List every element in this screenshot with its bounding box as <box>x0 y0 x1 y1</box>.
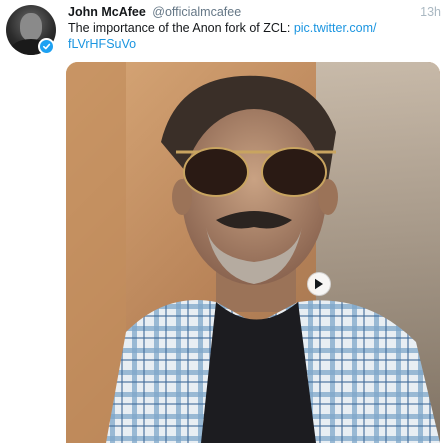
avatar-face <box>20 13 42 41</box>
face-shape <box>182 109 326 285</box>
tweet-link-part2[interactable]: fLVrHFSuVo <box>68 37 136 51</box>
verified-badge-icon <box>38 38 55 55</box>
play-icon <box>315 278 323 290</box>
tweet-text-body: The importance of the Anon fork of ZCL: <box>68 21 294 35</box>
sunglasses-lens-left <box>183 147 249 197</box>
author-handle[interactable]: @officialmcafee <box>152 5 241 19</box>
video-thumbnail <box>66 62 440 443</box>
author-display-name[interactable]: John McAfee <box>68 5 146 19</box>
tweet-header: John McAfee @officialmcafee <box>68 4 437 20</box>
tweet-card[interactable]: John McAfee @officialmcafee 13h The impo… <box>0 0 447 443</box>
tweet-text: The importance of the Anon fork of ZCL: … <box>68 20 418 52</box>
sunglasses-lens-right <box>261 147 327 197</box>
tweet-video[interactable] <box>66 62 440 443</box>
tweet-timestamp[interactable]: 13h <box>420 4 441 20</box>
tweet-link-part1[interactable]: pic.twitter.com/ <box>294 21 377 35</box>
undershirt-shape <box>201 302 316 443</box>
play-button[interactable] <box>307 272 331 296</box>
